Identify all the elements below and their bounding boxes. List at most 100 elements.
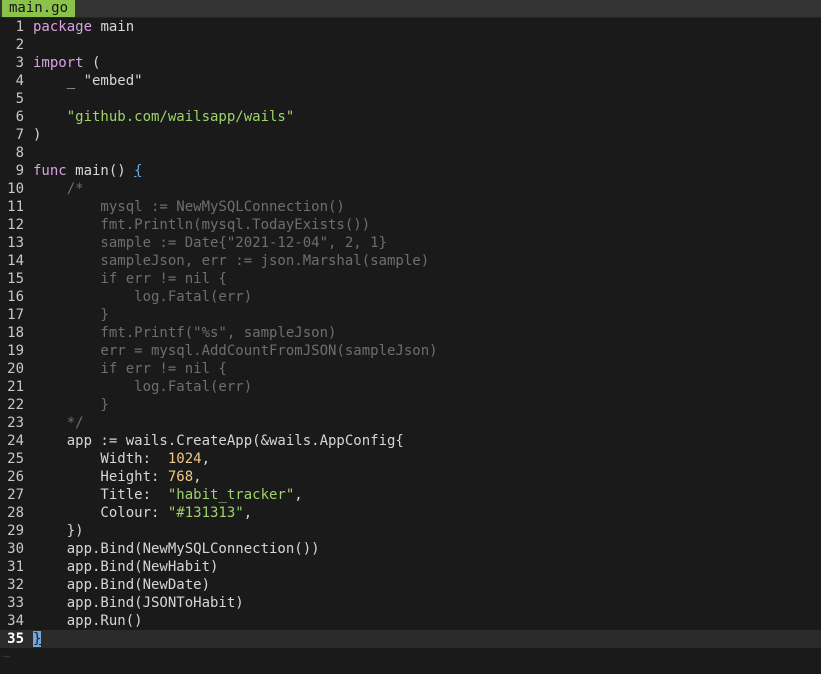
line-code: func main() { [33, 163, 143, 179]
line-code: package main [33, 19, 134, 35]
code-line[interactable]: 13 sample := Date{"2021-12-04", 2, 1} [0, 234, 821, 252]
code-line[interactable]: 20 if err != nil { [0, 360, 821, 378]
code-line[interactable]: 26 Height: 768, [0, 468, 821, 486]
code-line[interactable]: 24 app := wails.CreateApp(&wails.AppConf… [0, 432, 821, 450]
line-number: 4 [15, 73, 24, 89]
code-token: fmt.Println(mysql.TodayExists()) [33, 217, 371, 233]
empty-line-marker: ~ [2, 649, 11, 665]
code-token: fmt.Printf("%s", sampleJson) [33, 325, 337, 341]
code-line[interactable]: 5 [0, 90, 821, 108]
line-code: ) [33, 127, 41, 143]
code-line[interactable]: 33 app.Bind(JSONToHabit) [0, 594, 821, 612]
line-code: app.Bind(NewDate) [33, 577, 210, 593]
line-number: 1 [15, 19, 24, 35]
line-code: fmt.Println(mysql.TodayExists()) [33, 217, 370, 233]
code-token: app.Run() [33, 613, 143, 629]
code-line[interactable]: 8 [0, 144, 821, 162]
code-lines: 1 package main 2 3 import (4 _ "embed" 5 6 "gi… [0, 18, 821, 648]
line-number: 15 [7, 271, 24, 287]
line-code: }) [33, 523, 84, 539]
code-line[interactable]: 10 /* [0, 180, 821, 198]
code-token: 768 [167, 469, 194, 485]
code-token: , [294, 487, 303, 503]
code-line[interactable]: 21 log.Fatal(err) [0, 378, 821, 396]
line-number: 32 [7, 577, 24, 593]
code-token: app := wails.CreateApp(&wails.AppConfig{ [33, 433, 404, 449]
line-code: log.Fatal(err) [33, 379, 252, 395]
line-code: sample := Date{"2021-12-04", 2, 1} [33, 235, 387, 251]
line-number: 16 [7, 289, 24, 305]
code-token: { [134, 163, 143, 179]
line-code: app := wails.CreateApp(&wails.AppConfig{ [33, 433, 404, 449]
line-number: 14 [7, 253, 24, 269]
code-line[interactable]: 7) [0, 126, 821, 144]
code-line[interactable]: 4 _ "embed" [0, 72, 821, 90]
line-number: 24 [7, 433, 24, 449]
line-number: 26 [7, 469, 24, 485]
code-line[interactable]: 17 } [0, 306, 821, 324]
code-editor[interactable]: 1 package main 2 3 import (4 _ "embed" 5 6 "gi… [0, 18, 821, 674]
code-token: log.Fatal(err) [33, 379, 253, 395]
line-code: app.Bind(NewHabit) [33, 559, 219, 575]
line-code: "github.com/wailsapp/wails" [33, 109, 295, 125]
line-code: log.Fatal(err) [33, 289, 252, 305]
line-number: 8 [15, 145, 24, 161]
line-code: if err != nil { [33, 361, 227, 377]
line-number: 25 [7, 451, 24, 467]
code-token: "habit_tracker" [167, 487, 295, 503]
line-code: app.Bind(NewMySQLConnection()) [33, 541, 320, 557]
line-number: 11 [7, 199, 24, 215]
code-token: , [243, 505, 253, 521]
line-number: 12 [7, 217, 24, 233]
code-line[interactable]: 29 }) [0, 522, 821, 540]
code-token: }) [33, 523, 84, 539]
code-token: if err != nil { [33, 361, 227, 377]
code-line[interactable]: 27 Title: "habit_tracker", [0, 486, 821, 504]
code-line[interactable]: 18 fmt.Printf("%s", sampleJson) [0, 324, 821, 342]
tab-main-go[interactable]: main.go [2, 0, 76, 17]
code-line[interactable]: 12 fmt.Println(mysql.TodayExists()) [0, 216, 821, 234]
line-number: 29 [7, 523, 24, 539]
code-line[interactable]: 6 "github.com/wailsapp/wails" [0, 108, 821, 126]
code-line[interactable]: 28 Colour: "#131313", [0, 504, 821, 522]
line-number: 27 [7, 487, 24, 503]
code-line[interactable]: 16 log.Fatal(err) [0, 288, 821, 306]
code-line[interactable]: 30 app.Bind(NewMySQLConnection()) [0, 540, 821, 558]
line-number: 34 [7, 613, 24, 629]
code-token: "github.com/wailsapp/wails" [66, 109, 295, 125]
line-code: Height: 768, [33, 469, 201, 485]
code-line[interactable]: 3 import ( [0, 54, 821, 72]
code-token: main [92, 19, 135, 35]
line-number: 17 [7, 307, 24, 323]
code-token: app.Bind(NewHabit) [33, 559, 219, 575]
line-number: 6 [15, 109, 24, 125]
code-line[interactable]: 9 func main() { [0, 162, 821, 180]
code-token: app.Bind(JSONToHabit) [33, 595, 244, 611]
code-line[interactable]: 14 sampleJson, err := json.Marshal(sampl… [0, 252, 821, 270]
line-code: if err != nil { [33, 271, 226, 287]
code-line[interactable]: 34 app.Run() [0, 612, 821, 630]
line-code: } [33, 307, 109, 323]
code-line[interactable]: 25 Width: 1024, [0, 450, 821, 468]
code-line[interactable]: 35} [0, 630, 821, 648]
code-line[interactable]: 1 package main [0, 18, 821, 36]
code-line[interactable]: 2 [0, 36, 821, 54]
code-line[interactable]: 32 app.Bind(NewDate) [0, 576, 821, 594]
line-code: app.Bind(JSONToHabit) [33, 595, 244, 611]
code-line[interactable]: 19 err = mysql.AddCountFromJSON(sampleJs… [0, 342, 821, 360]
line-code: /* [33, 181, 84, 197]
code-line[interactable]: 23 */ [0, 414, 821, 432]
code-line[interactable]: 31 app.Bind(NewHabit) [0, 558, 821, 576]
line-number: 28 [7, 505, 24, 521]
line-code: sampleJson, err := json.Marshal(sample) [33, 253, 429, 269]
line-code: } [33, 631, 42, 647]
code-token: ( [83, 55, 101, 71]
code-token: } [33, 307, 109, 323]
code-line[interactable]: 22 } [0, 396, 821, 414]
code-line[interactable]: 15 if err != nil { [0, 270, 821, 288]
code-token: Width: [33, 451, 168, 467]
code-token: /* [33, 181, 84, 197]
code-line[interactable]: 11 mysql := NewMySQLConnection() [0, 198, 821, 216]
line-code: */ [33, 415, 84, 431]
line-code: app.Run() [33, 613, 143, 629]
